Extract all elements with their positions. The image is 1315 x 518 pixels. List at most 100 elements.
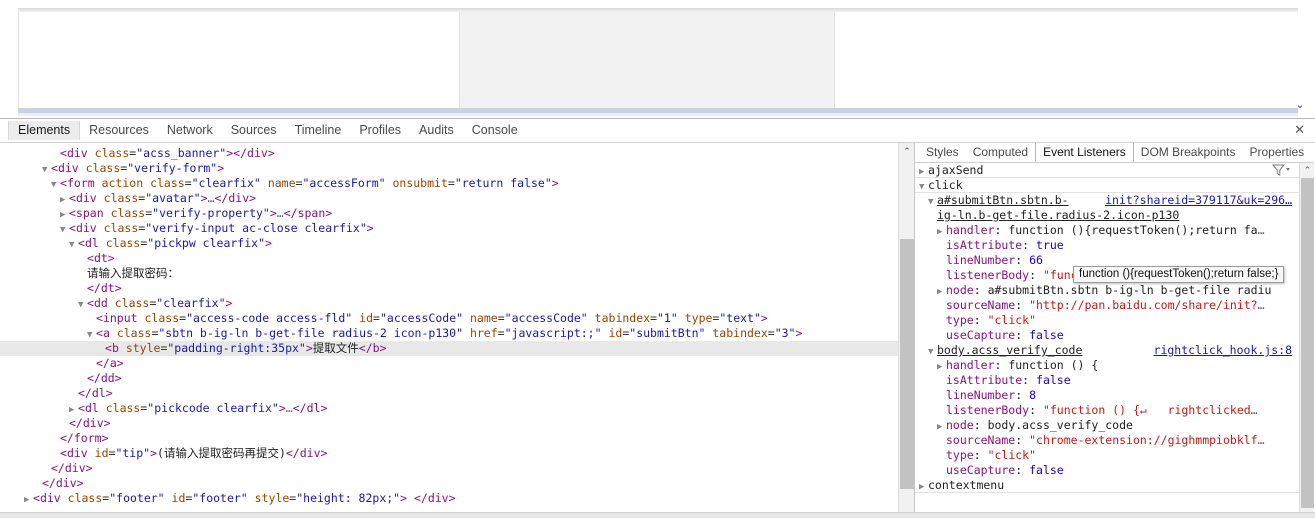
dom-node-markup: <div class="verify-form"> <box>51 161 225 175</box>
dom-node-row[interactable]: </dd> <box>0 371 898 386</box>
dom-node-row[interactable]: <input class="access-code access-fld" id… <box>0 311 898 326</box>
dom-node-markup: <div id="tip">(请输入提取密码再提交)</div> <box>60 446 328 460</box>
event-listener-text: ig-ln.b-get-file.radius-2.icon-p130 <box>937 208 1180 222</box>
dom-tree-scrollbar[interactable]: ⌃ <box>898 143 914 518</box>
sidebar-tab-event-listeners[interactable]: Event Listeners <box>1035 143 1134 162</box>
event-listener-row[interactable]: lineNumber: 8 <box>915 388 1314 403</box>
dom-node-markup: </div> <box>69 416 111 430</box>
page-scroll-down-icon[interactable]: ⌄ <box>1293 98 1307 112</box>
devtools-tab-audits[interactable]: Audits <box>410 121 463 140</box>
devtools-tab-timeline[interactable]: Timeline <box>286 121 351 140</box>
page-bottom-band-2 <box>18 113 1298 116</box>
dom-node-markup: <dl class="pickcode clearfix">…</dl> <box>78 401 328 415</box>
event-listener-row[interactable]: listenerBody: "function () {↵ rightclick… <box>915 403 1314 418</box>
event-listener-row[interactable]: ▶ node: a#submitBtn.sbtn b-ig-ln b-get-fi… <box>915 283 1314 298</box>
event-listener-row[interactable]: ▼ click <box>915 178 1314 193</box>
dom-node-row[interactable]: ▶ <span class="verify-property">…</span> <box>0 206 898 221</box>
event-listener-row[interactable]: useCapture: false <box>915 463 1314 478</box>
dom-node-row[interactable]: ▼ <div class="verify-form"> <box>0 161 898 176</box>
scrollbar-thumb[interactable] <box>900 239 914 489</box>
dom-node-row[interactable]: ▼ <a class="sbtn b-ig-ln b-get-file radiu… <box>0 326 898 341</box>
devtools-tab-sources[interactable]: Sources <box>222 121 286 140</box>
dom-node-row[interactable]: </a> <box>0 356 898 371</box>
event-listener-text: lineNumber: 8 <box>946 388 1037 402</box>
event-listener-text: useCapture: false <box>946 328 1064 342</box>
event-listener-text: body.acss_verify_code <box>937 343 1083 357</box>
event-listener-row[interactable]: isAttribute: true <box>915 238 1314 253</box>
event-listener-row[interactable]: ▶ handler: function () { <box>915 358 1314 373</box>
dom-node-markup: </dt> <box>87 281 122 295</box>
dom-tree[interactable]: <div class="acss_banner"></div> ▼ <div cla… <box>0 143 898 506</box>
sidebar-tabbar: Styles Computed Event Listeners DOM Breakpo… <box>915 143 1314 163</box>
event-listener-text: isAttribute: false <box>946 373 1071 387</box>
dom-node-row[interactable]: 请输入提取密码： <box>0 266 898 281</box>
filter-icon[interactable] <box>1271 164 1290 177</box>
dom-node-markup: 请输入提取密码： <box>87 266 179 280</box>
dom-tree-pane: <div class="acss_banner"></div> ▼ <div cla… <box>0 143 915 518</box>
dom-node-row[interactable]: </form> <box>0 431 898 446</box>
event-listener-text: ajaxSend <box>928 163 984 177</box>
sidebar-scrollbar[interactable]: ⌃ <box>1299 163 1314 517</box>
dom-node-row[interactable]: </div> <box>0 416 898 431</box>
devtools-tabbar: Elements Resources Network Sources Timeline P… <box>0 119 1315 143</box>
event-listener-row[interactable]: ▶ contextmenu <box>915 478 1314 493</box>
event-listener-text: isAttribute: true <box>946 238 1064 252</box>
event-listener-row[interactable]: sourceName: "chrome-extension://gighmmpi… <box>915 433 1314 448</box>
source-link[interactable]: rightclick_hook.js:8 <box>1154 343 1292 358</box>
scroll-up-icon[interactable]: ⌃ <box>899 143 914 159</box>
devtools-tab-network[interactable]: Network <box>158 121 222 140</box>
dom-node-row[interactable]: ▼ <dd class="clearfix"> <box>0 296 898 311</box>
event-listener-text: handler: function (){requestToken();retu… <box>946 223 1265 237</box>
scroll-up-icon[interactable]: ⌃ <box>1300 163 1314 178</box>
dom-node-row[interactable]: <dt> <box>0 251 898 266</box>
devtools-tab-elements[interactable]: Elements <box>8 121 81 140</box>
event-listener-row[interactable]: ▶ node: body.acss_verify_code <box>915 418 1314 433</box>
dom-node-row[interactable]: <div class="acss_banner"></div> <box>0 146 898 161</box>
dom-node-row[interactable]: ▼ <form action class="clearfix" name="acc… <box>0 176 898 191</box>
handler-tooltip: function (){requestToken();return false;… <box>1073 266 1285 283</box>
sidebar-tab-computed[interactable]: Computed <box>966 143 1035 162</box>
event-listener-row[interactable]: type: "click" <box>915 448 1314 463</box>
event-listener-row[interactable]: ▼ body.acss_verify_code rightclick_hook.js… <box>915 343 1314 358</box>
source-link[interactable]: init?shareid=379117&uk=296… <box>1105 193 1292 208</box>
event-listener-row[interactable]: useCapture: false <box>915 328 1314 343</box>
event-listener-row[interactable]: ▶ ajaxSend <box>915 163 1314 178</box>
dom-node-row[interactable]: </div> <box>0 476 898 491</box>
devtools-tab-console[interactable]: Console <box>463 121 527 140</box>
dom-node-markup: <b style="padding-right:35px">提取文件</b> <box>105 341 387 355</box>
dom-node-row[interactable]: ▼ <dl class="pickpw clearfix"> <box>0 236 898 251</box>
sidebar-tab-properties[interactable]: Properties <box>1242 143 1311 162</box>
dom-node-row[interactable]: ▶ <div class="avatar">…</div> <box>0 191 898 206</box>
event-listener-row[interactable]: ▼ a#submitBtn.sbtn.b-init?shareid=379117&… <box>915 193 1314 208</box>
devtools-tab-profiles[interactable]: Profiles <box>350 121 410 140</box>
scrollbar-thumb[interactable] <box>1301 178 1314 508</box>
dom-node-markup: </form> <box>60 431 109 445</box>
event-listener-row[interactable]: ▶ handler: function (){requestToken();ret… <box>915 223 1314 238</box>
event-listener-text: handler: function () { <box>946 358 1099 372</box>
event-listener-row[interactable]: sourceName: "http://pan.baidu.com/share/… <box>915 298 1314 313</box>
dom-node-row[interactable]: </dt> <box>0 281 898 296</box>
close-icon[interactable]: ✕ <box>1294 123 1305 137</box>
twisty-closed-icon[interactable]: ▶ <box>24 493 33 508</box>
dom-node-row[interactable]: </dl> <box>0 386 898 401</box>
dom-node-row[interactable]: </div> <box>0 461 898 476</box>
dom-node-row[interactable]: ▶ <dl class="pickcode clearfix">…</dl> <box>0 401 898 416</box>
event-listener-text: sourceName: "chrome-extension://gighmmpi… <box>946 433 1265 447</box>
event-listener-row[interactable]: ig-ln.b-get-file.radius-2.icon-p130 <box>915 208 1314 223</box>
dom-node-markup: <dl class="pickpw clearfix"> <box>78 236 272 250</box>
dom-node-markup: <div class="avatar">…</div> <box>69 191 257 205</box>
devtools-tab-resources[interactable]: Resources <box>80 121 158 140</box>
sidebar-tab-dom-breakpoints[interactable]: DOM Breakpoints <box>1134 143 1243 162</box>
twisty-closed-icon[interactable]: ▶ <box>919 480 928 495</box>
dom-node-row[interactable]: ▼ <div class="verify-input ac-close clear… <box>0 221 898 236</box>
event-listener-row[interactable]: isAttribute: false <box>915 373 1314 388</box>
dom-node-row[interactable]: <div id="tip">(请输入提取密码再提交)</div> <box>0 446 898 461</box>
dom-node-row[interactable]: ▶ <div class="footer" id="footer" style="… <box>0 491 898 506</box>
sidebar-tab-styles[interactable]: Styles <box>919 143 966 162</box>
event-listener-text: node: body.acss_verify_code <box>946 418 1133 432</box>
event-listener-row[interactable]: type: "click" <box>915 313 1314 328</box>
event-listeners-list[interactable]: ▶ ajaxSend ▼ click ▼ a#submitBtn.sbtn.b-init?… <box>915 163 1314 517</box>
devtools-bottom-strip <box>0 512 1315 518</box>
dom-node-markup: <dt> <box>87 251 115 265</box>
dom-node-row-selected[interactable]: <b style="padding-right:35px">提取文件</b> <box>0 341 898 356</box>
